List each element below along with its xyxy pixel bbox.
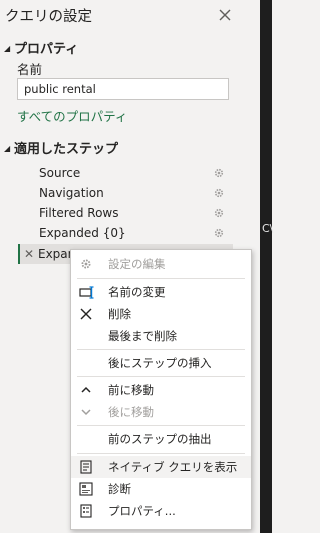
chevron-down-icon (81, 409, 91, 416)
collapse-triangle-icon: ◢ (4, 144, 11, 153)
data-preview-text: C\ (262, 222, 274, 235)
menu-item-properties[interactable]: プロパティ... (71, 500, 251, 522)
menu-item-label: 設定の編集 (108, 257, 166, 271)
rename-icon (79, 286, 94, 299)
menu-item-insert-step-after[interactable]: 後にステップの挿入 (71, 352, 251, 374)
menu-item-label: 後にステップの挿入 (108, 356, 212, 370)
gear-icon[interactable] (212, 166, 226, 180)
delete-step-icon[interactable]: ✕ (24, 244, 34, 264)
menu-item-view-native-query[interactable]: ネイティブ クエリを表示 (71, 456, 251, 478)
menu-item-rename[interactable]: 名前の変更 (71, 281, 251, 303)
menu-item-label: 最後まで削除 (108, 329, 177, 343)
step-label: Expanded {0} (39, 226, 126, 240)
collapse-triangle-icon: ◢ (4, 44, 11, 53)
data-preview-edge: C\ (260, 0, 274, 533)
menu-item-label: 診断 (108, 482, 131, 496)
menu-separator (77, 453, 245, 454)
menu-item-move-before[interactable]: 前に移動 (71, 379, 251, 401)
selection-indicator (18, 244, 20, 264)
menu-item-label: ネイティブ クエリを表示 (108, 460, 238, 474)
chevron-up-icon (81, 386, 91, 393)
menu-item-delete-until-end[interactable]: 最後まで削除 (71, 325, 251, 347)
close-icon (80, 308, 92, 320)
step-filtered-rows[interactable]: Filtered Rows (18, 203, 233, 223)
diagnostics-icon (79, 482, 93, 496)
step-context-menu: 設定の編集 名前の変更 削除 最後まで削除 後にステップの挿入 前に移動 後に移… (70, 249, 252, 530)
applied-steps-list: Source Navigation Filtered Rows Expanded… (17, 163, 234, 264)
gear-icon[interactable] (212, 186, 226, 200)
step-navigation[interactable]: Navigation (18, 183, 233, 203)
all-properties-link[interactable]: すべてのプロパティ (17, 106, 127, 125)
menu-item-delete[interactable]: 削除 (71, 303, 251, 325)
gear-icon[interactable] (212, 226, 226, 240)
menu-item-label: プロパティ... (108, 504, 176, 518)
pane-title: クエリの設定 (5, 9, 92, 25)
step-expanded-0[interactable]: Expanded {0} (18, 223, 233, 243)
query-name-input[interactable] (17, 78, 229, 100)
menu-separator (77, 349, 245, 350)
properties-icon (80, 504, 92, 518)
gear-icon (81, 259, 91, 269)
native-query-icon (80, 460, 92, 474)
menu-item-label: 名前の変更 (108, 285, 166, 299)
menu-item-extract-previous[interactable]: 前のステップの抽出 (71, 428, 251, 450)
properties-section-header[interactable]: ◢ プロパティ (4, 38, 78, 57)
applied-steps-section-header[interactable]: ◢ 適用したステップ (4, 138, 118, 157)
step-label: Source (39, 166, 81, 180)
menu-item-label: 削除 (108, 307, 131, 321)
close-icon[interactable] (216, 6, 234, 24)
menu-item-label: 前に移動 (108, 383, 154, 397)
step-label: Filtered Rows (39, 206, 119, 220)
menu-separator (77, 278, 245, 279)
menu-item-move-after[interactable]: 後に移動 (71, 401, 251, 423)
step-source[interactable]: Source (18, 163, 233, 183)
properties-section-title: プロパティ (14, 42, 79, 57)
menu-separator (77, 425, 245, 426)
applied-steps-section-title: 適用したステップ (14, 142, 119, 157)
name-label: 名前 (17, 62, 43, 77)
menu-separator (77, 376, 245, 377)
menu-item-diagnose[interactable]: 診断 (71, 478, 251, 500)
menu-item-label: 後に移動 (108, 405, 154, 419)
menu-item-edit-settings[interactable]: 設定の編集 (71, 253, 251, 275)
menu-item-label: 前のステップの抽出 (108, 432, 212, 446)
step-label: Navigation (39, 186, 104, 200)
gear-icon[interactable] (212, 206, 226, 220)
